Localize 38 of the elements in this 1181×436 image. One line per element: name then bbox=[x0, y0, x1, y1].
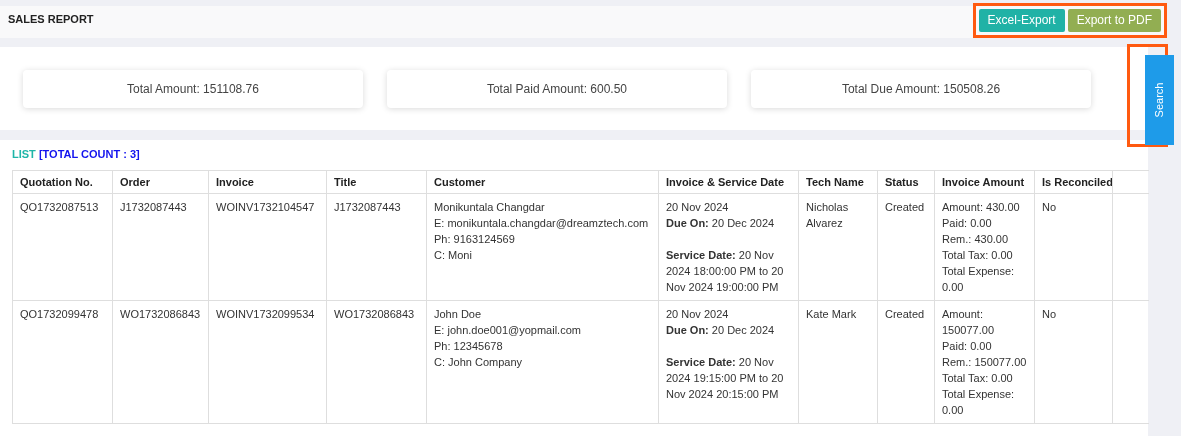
table-cell: QO1732099478 bbox=[12, 300, 113, 424]
table-cell: Kate Mark bbox=[798, 300, 878, 424]
table-cell: John Doe E: john.doe001@yopmail.com Ph: 12345678 C: John Company bbox=[426, 300, 659, 424]
column-header: Invoice Amount bbox=[934, 170, 1035, 194]
search-button[interactable]: Search bbox=[1145, 55, 1174, 145]
table-cell: WO1732086843 bbox=[112, 300, 209, 424]
export-pdf-button[interactable]: Export to PDF bbox=[1067, 9, 1161, 32]
column-header: Status bbox=[877, 170, 935, 194]
column-header: Tech Name bbox=[798, 170, 878, 194]
page-title: SALES REPORT bbox=[8, 13, 94, 25]
table-cell: Amount: 150077.00 Paid: 0.00 Rem.: 150077.00 Total Tax: 0.00 Total Expense: 0.00 bbox=[934, 300, 1035, 424]
table-cell: Monikuntala Changdar E: monikuntala.changdar@dreamztech.com Ph: 9163124569 C: Moni bbox=[426, 193, 659, 301]
table-cell: QO1732087513 bbox=[12, 193, 113, 301]
table-cell: Nicholas Alvarez bbox=[798, 193, 878, 301]
table-cell: 20 Nov 2024 Due On: 20 Dec 2024 Service Date: 20 Nov 2024 19:15:00 PM to 20 Nov 2024 20:15:00 PM bbox=[658, 300, 799, 424]
column-header: Quotation No. bbox=[12, 170, 113, 194]
excel-export-button[interactable]: Excel-Export bbox=[978, 9, 1065, 32]
table-cell: J1732087443 bbox=[112, 193, 209, 301]
total-card: Total Amount: 151108.76 bbox=[23, 69, 363, 108]
table-cell: WOINV1732104547 bbox=[208, 193, 327, 301]
total-card: Total Paid Amount: 600.50 bbox=[387, 69, 727, 108]
table-cell: No bbox=[1034, 193, 1113, 301]
table-cell: WOINV1732099534 bbox=[208, 300, 327, 424]
table-cell: WO1732086843 bbox=[326, 300, 427, 424]
table-cell: Created bbox=[877, 300, 935, 424]
table-cell: 20 Nov 2024 Due On: 20 Dec 2024 Service Date: 20 Nov 2024 18:00:00 PM to 20 Nov 2024 19:00:00 PM bbox=[658, 193, 799, 301]
table-cell: Amount: 430.00 Paid: 0.00 Rem.: 430.00 Total Tax: 0.00 Total Expense: 0.00 bbox=[934, 193, 1035, 301]
column-header: Order bbox=[112, 170, 209, 194]
list-heading: LIST [TOTAL COUNT : 3] bbox=[12, 148, 141, 160]
table-cell: J1732087443 bbox=[326, 193, 427, 301]
total-card: Total Due Amount: 150508.26 bbox=[751, 69, 1091, 108]
column-header: Invoice bbox=[208, 170, 327, 194]
column-header: Invoice & Service Date bbox=[658, 170, 799, 194]
column-header: Title bbox=[326, 170, 427, 194]
table-cell: No bbox=[1034, 300, 1113, 424]
column-header: Is Reconciled bbox=[1034, 170, 1113, 194]
table-cell: Created bbox=[877, 193, 935, 301]
column-header: Customer bbox=[426, 170, 659, 194]
